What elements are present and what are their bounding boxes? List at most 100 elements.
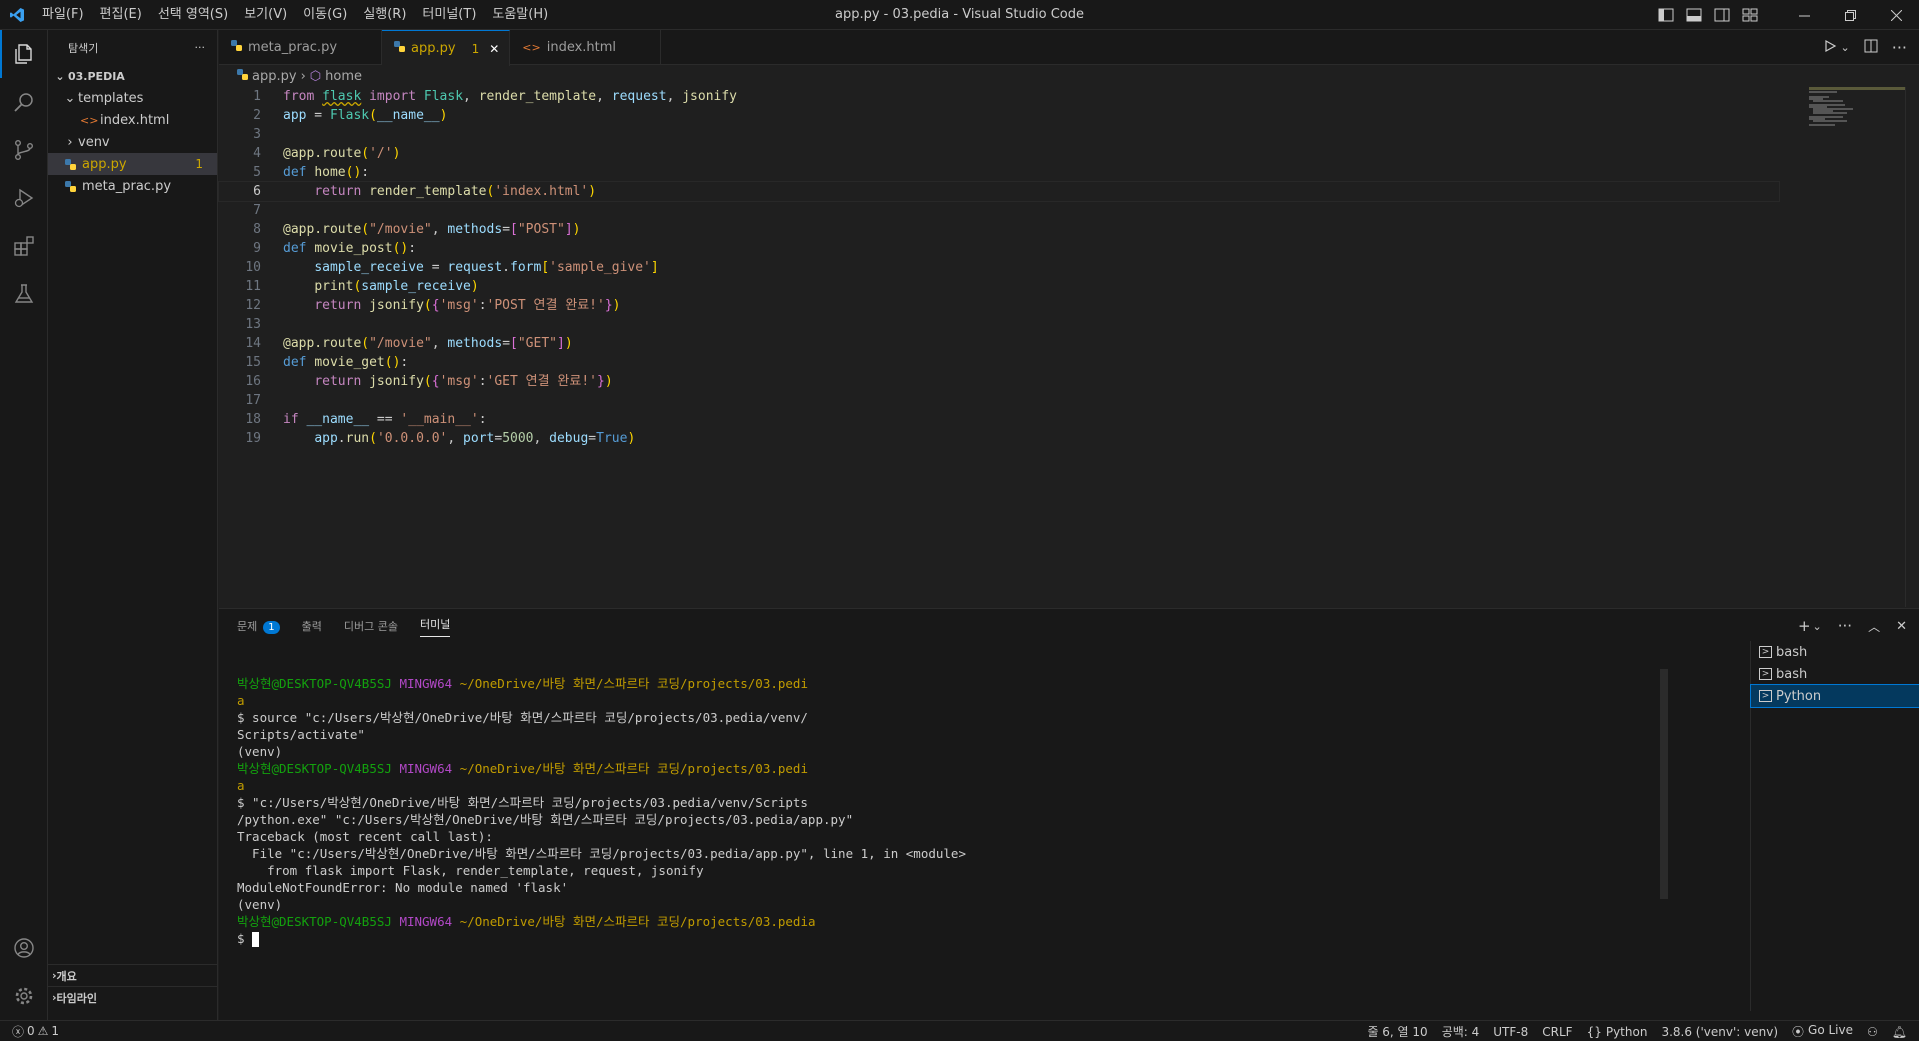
- minimize-icon[interactable]: [1781, 0, 1827, 30]
- run-debug-icon[interactable]: [0, 174, 48, 222]
- editor-tabs: meta_prac.py app.py 1 ✕ <> index.html ⌄ …: [219, 30, 1919, 66]
- tree-item-label: templates: [78, 90, 144, 106]
- tree-item-meta-prac-py[interactable]: meta_prac.py: [48, 175, 217, 197]
- close-window-icon[interactable]: [1873, 0, 1919, 30]
- toggle-primary-sidebar-icon[interactable]: [1657, 7, 1675, 23]
- split-editor-icon[interactable]: [1864, 38, 1878, 57]
- tab-meta-prac-py[interactable]: meta_prac.py: [219, 30, 383, 65]
- breadcrumb-file[interactable]: app.py: [252, 69, 297, 84]
- search-icon[interactable]: [0, 78, 48, 126]
- vscode-window: 파일(F) 편집(E) 선택 영역(S) 보기(V) 이동(G) 실행(R) 터…: [0, 0, 1919, 1041]
- chevron-down-icon: ⌄: [55, 69, 65, 83]
- terminal-icon: >: [1759, 646, 1772, 658]
- breadcrumb-symbol[interactable]: home: [325, 69, 362, 84]
- testing-icon[interactable]: [0, 270, 48, 318]
- go-live-button[interactable]: ⦿ Go Live: [1792, 1023, 1853, 1040]
- broadcast-icon: ⦿: [1792, 1025, 1805, 1039]
- menu-bar: 파일(F) 편집(E) 선택 영역(S) 보기(V) 이동(G) 실행(R) 터…: [34, 0, 556, 30]
- tab-debug-console[interactable]: 디버그 콘솔: [344, 618, 398, 634]
- menu-view[interactable]: 보기(V): [236, 0, 295, 30]
- explorer-more-icon[interactable]: ···: [195, 41, 206, 54]
- account-status-icon[interactable]: ⚇: [1867, 1025, 1878, 1039]
- notifications-bell-icon[interactable]: 🔔︎: [1892, 1025, 1907, 1039]
- tree-item-venv[interactable]: › venv: [48, 131, 217, 153]
- code-line: 3: [253, 127, 261, 142]
- menu-go[interactable]: 이동(G): [295, 0, 355, 30]
- menu-edit[interactable]: 편집(E): [92, 0, 150, 30]
- extensions-icon[interactable]: [0, 222, 48, 270]
- more-actions-icon[interactable]: ···: [1892, 38, 1907, 57]
- customize-layout-icon[interactable]: [1741, 7, 1759, 23]
- chevron-down-icon[interactable]: ⌄: [1813, 620, 1822, 633]
- workspace-root[interactable]: ⌄ 03.PEDIA: [48, 65, 217, 87]
- tab-app-py[interactable]: app.py 1 ✕: [382, 30, 511, 66]
- outline-section[interactable]: › 개요: [48, 964, 218, 986]
- tab-terminal[interactable]: 터미널: [419, 616, 451, 637]
- code-editor[interactable]: 1 from flask import Flask, render_templat…: [218, 87, 1780, 448]
- settings-gear-icon[interactable]: [0, 972, 48, 1020]
- python-interpreter[interactable]: 3.8.6 ('venv': venv): [1661, 1025, 1778, 1039]
- accounts-icon[interactable]: [0, 924, 48, 972]
- terminal-line: $ source "c:/Users/박상현/OneDrive/바탕 화면/스파…: [237, 710, 808, 725]
- source-control-icon[interactable]: [0, 126, 48, 174]
- language-mode[interactable]: {} Python: [1587, 1025, 1648, 1039]
- tab-problems[interactable]: 문제 1: [237, 618, 280, 634]
- code-line: 13: [245, 317, 261, 332]
- title-bar: 파일(F) 편집(E) 선택 영역(S) 보기(V) 이동(G) 실행(R) 터…: [0, 0, 1919, 30]
- tree-item-index-html[interactable]: <> index.html: [48, 109, 217, 131]
- menu-run[interactable]: 실행(R): [355, 0, 414, 30]
- menu-terminal[interactable]: 터미널(T): [414, 0, 484, 30]
- indentation[interactable]: 공백: 4: [1442, 1023, 1480, 1040]
- restore-icon[interactable]: [1827, 0, 1873, 30]
- terminal-item-python[interactable]: > Python: [1750, 684, 1919, 708]
- close-tab-icon[interactable]: ✕: [489, 42, 499, 56]
- chevron-down-icon: ⌄: [64, 90, 76, 106]
- tab-index-html[interactable]: <> index.html: [510, 30, 662, 65]
- error-icon: ⓧ: [12, 1024, 25, 1039]
- terminal-item-bash-2[interactable]: > bash: [1751, 663, 1919, 685]
- maximize-panel-icon[interactable]: ︿: [1868, 618, 1880, 635]
- terminal-scrollbar[interactable]: [1660, 669, 1668, 899]
- tab-output[interactable]: 출력: [302, 618, 322, 634]
- terminal-line: Traceback (most recent call last):: [237, 829, 493, 844]
- minimap[interactable]: [1809, 87, 1905, 147]
- timeline-section[interactable]: › 타임라인: [48, 986, 218, 1008]
- menu-selection[interactable]: 선택 영역(S): [150, 0, 236, 30]
- tree-item-templates[interactable]: ⌄ templates: [48, 87, 217, 109]
- end-of-line[interactable]: CRLF: [1542, 1025, 1572, 1039]
- bottom-panel: 문제 1 출력 디버그 콘솔 터미널 + ⌄ ··· ︿ ✕ 박상현@DESKTO…: [219, 608, 1919, 1020]
- code-line: 2 app = Flask(__name__): [253, 108, 448, 123]
- menu-help[interactable]: 도움말(H): [484, 0, 556, 30]
- terminal-item-bash[interactable]: > bash: [1751, 641, 1919, 663]
- tree-item-app-py[interactable]: app.py 1: [48, 153, 217, 175]
- terminal-line: (venv): [237, 744, 283, 759]
- toggle-secondary-sidebar-icon[interactable]: [1713, 7, 1731, 23]
- explorer-header: 탐색기 ···: [48, 30, 217, 65]
- menu-file[interactable]: 파일(F): [34, 0, 92, 30]
- code-line: 18 if __name__ == '__main__':: [245, 412, 487, 427]
- editor-scrollbar[interactable]: [1905, 87, 1919, 607]
- close-panel-icon[interactable]: ✕: [1896, 619, 1907, 634]
- cursor-position[interactable]: 줄 6, 열 10: [1367, 1023, 1427, 1040]
- run-python-icon[interactable]: [1823, 38, 1837, 57]
- terminal-cursor: [252, 932, 260, 947]
- terminal-line: from flask import Flask, render_template…: [237, 863, 704, 878]
- chevron-down-icon[interactable]: ⌄: [1841, 41, 1850, 54]
- terminal-line: (venv): [237, 897, 283, 912]
- python-file-icon: [62, 158, 78, 170]
- new-terminal-icon[interactable]: +: [1798, 617, 1811, 635]
- code-line: 19 app.run('0.0.0.0', port=5000, debug=T…: [245, 431, 636, 446]
- window-controls: [1781, 0, 1919, 30]
- more-actions-icon[interactable]: ···: [1838, 617, 1852, 635]
- python-file-icon: [231, 40, 242, 55]
- terminal-prompt: $: [237, 930, 1487, 947]
- status-left: ⓧ 0 ⚠ 1: [0, 1023, 59, 1040]
- toggle-panel-icon[interactable]: [1685, 7, 1703, 23]
- problems-status[interactable]: ⓧ 0 ⚠ 1: [12, 1023, 59, 1040]
- tree-item-label: meta_prac.py: [82, 178, 172, 194]
- terminal-output[interactable]: 박상현@DESKTOP-QV4B5SJ MINGW64 ~/OneDrive/바…: [237, 675, 1487, 947]
- html-file-icon: <>: [522, 41, 541, 54]
- encoding[interactable]: UTF-8: [1493, 1025, 1528, 1039]
- explorer-icon[interactable]: [0, 30, 48, 78]
- code-line-current: 6 return render_template('index.html'): [218, 181, 1780, 202]
